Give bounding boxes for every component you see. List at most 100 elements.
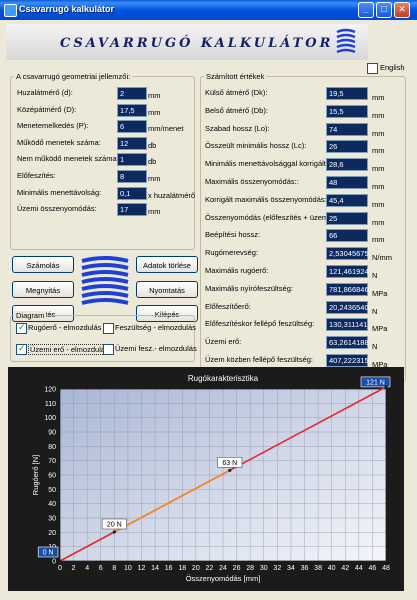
working-stress-label: Üzemi fesz.- elmozdulás: [115, 344, 197, 353]
data-point: [112, 530, 116, 534]
data-point: [58, 559, 62, 563]
x-tick-label: 28: [246, 565, 254, 572]
english-checkbox[interactable]: [367, 63, 378, 74]
result-field-2: 74: [326, 122, 368, 136]
force-displacement-label: Rugóerő - elmozdulás: [28, 323, 102, 332]
geometry-unit-3: db: [148, 140, 157, 150]
data-label-text: 20 N: [107, 521, 122, 528]
geometry-field-1[interactable]: 17,5: [117, 103, 147, 117]
geometry-label-1: Középátmérő (D):: [17, 104, 77, 114]
result-unit-3: mm: [372, 146, 385, 156]
result-field-7: 25: [326, 211, 368, 225]
geometry-field-6[interactable]: 0,1: [117, 186, 147, 200]
geometry-unit-1: mm: [148, 107, 161, 117]
geometry-unit-2: mm/menet: [148, 124, 184, 134]
open-button[interactable]: Megnyitás: [12, 281, 74, 298]
geometry-field-4[interactable]: 1: [117, 153, 147, 167]
minimize-icon[interactable]: _: [358, 2, 374, 18]
data-label-text: 121 N: [366, 379, 385, 386]
result-label-8: Beépítési hossz:: [205, 230, 261, 240]
x-tick-label: 26: [233, 565, 241, 572]
x-tick-label: 18: [178, 565, 186, 572]
stress-displacement-checkbox[interactable]: [103, 323, 114, 334]
result-field-6: 45,4: [326, 193, 368, 207]
x-tick-label: 14: [151, 565, 159, 572]
data-label-0: 0 N: [37, 546, 62, 563]
y-tick-label: 70: [48, 458, 56, 465]
result-label-7: Összenyomódás (előfeszítés + üzemi):: [205, 212, 335, 222]
y-tick-label: 60: [48, 473, 56, 480]
result-field-14: 63,2614188: [326, 336, 369, 350]
result-label-1: Belső átmérő (Db):: [205, 105, 268, 115]
geometry-field-7[interactable]: 17: [117, 203, 147, 217]
geometry-label-6: Minimális menettávolság:: [17, 187, 102, 197]
y-axis-label: Rugóerő [N]: [31, 455, 40, 495]
result-field-12: 20,2436540: [326, 300, 369, 314]
x-tick-label: 34: [287, 565, 295, 572]
x-tick-label: 2: [72, 565, 76, 572]
result-unit-8: mm: [372, 235, 385, 245]
result-field-3: 26: [326, 140, 368, 154]
y-tick-label: 90: [48, 430, 56, 437]
y-tick-label: 40: [48, 501, 56, 508]
result-unit-4: mm: [372, 164, 385, 174]
working-force-checkbox[interactable]: [16, 343, 27, 355]
results-group: [200, 76, 406, 382]
result-label-6: Korrigált maximális összenyomódás:: [205, 194, 327, 204]
data-label-3: 121 N: [360, 376, 391, 389]
print-button[interactable]: Nyomtatás: [136, 281, 198, 298]
y-tick-label: 0: [52, 559, 56, 566]
y-tick-label: 120: [44, 387, 56, 394]
geometry-unit-7: mm: [148, 207, 161, 217]
geometry-field-3[interactable]: 12: [117, 136, 147, 150]
force-displacement-checkbox[interactable]: [16, 322, 27, 334]
maximize-icon[interactable]: □: [376, 2, 392, 18]
english-label: English: [380, 63, 405, 72]
result-unit-12: N: [372, 306, 378, 316]
x-tick-label: 24: [219, 565, 227, 572]
results-group-title: Számított értékek: [204, 72, 267, 81]
x-tick-label: 40: [328, 565, 336, 572]
result-label-4: Minimális menettávolsággal korrigált:: [205, 159, 328, 169]
result-field-11: 781,866846: [326, 282, 369, 296]
result-field-10: 121,461924: [326, 265, 369, 278]
y-tick-label: 50: [48, 487, 56, 494]
working-stress-checkbox[interactable]: [103, 344, 114, 355]
x-tick-label: 20: [192, 565, 200, 572]
geometry-label-3: Működő menetek száma:: [17, 137, 101, 147]
close-icon[interactable]: ✕: [394, 2, 410, 18]
result-field-1: 15,5: [326, 104, 368, 118]
result-field-9: 2,53045675: [326, 247, 369, 261]
result-unit-14: N: [372, 342, 378, 352]
chart-title: Rugókarakterisztika: [188, 374, 259, 383]
app-icon: [4, 4, 17, 17]
result-field-8: 66: [326, 229, 368, 243]
x-tick-label: 38: [314, 565, 322, 572]
result-label-2: Szabad hossz (Lo):: [205, 123, 270, 133]
stress-displacement-label: Feszültség - elmozdulás: [115, 323, 196, 332]
data-point: [228, 468, 232, 472]
result-label-15: Üzem közben fellépő feszültség:: [205, 355, 313, 364]
data-point: [384, 385, 388, 389]
geometry-field-5[interactable]: 8: [117, 170, 147, 183]
geometry-label-0: Huzalátmérő (d):: [17, 88, 73, 97]
result-label-14: Üzemi erő:: [205, 337, 242, 347]
result-unit-6: mm: [372, 199, 385, 209]
geometry-label-2: Menetemelkedés (P):: [17, 121, 89, 131]
spring-image-icon: [81, 256, 129, 305]
geometry-field-2[interactable]: 6: [117, 120, 147, 134]
result-label-9: Rugómerevség:: [205, 248, 258, 258]
y-tick-label: 110: [45, 401, 56, 408]
calc-button[interactable]: Számolás: [12, 256, 74, 273]
result-label-10: Maximális rugóerő:: [205, 266, 269, 275]
data-label-text: 63 N: [222, 460, 237, 467]
x-axis-label: Összenyomódás [mm]: [186, 574, 261, 583]
result-label-3: Összeült minimális hossz (Lc):: [205, 141, 307, 151]
result-unit-13: MPa: [372, 324, 388, 334]
y-tick-label: 100: [44, 415, 56, 422]
clear-data-button[interactable]: Adatok törlése: [136, 256, 198, 273]
data-label-text: 0 N: [43, 550, 54, 557]
geometry-label-5: Előfeszítés:: [17, 171, 56, 180]
geometry-field-0[interactable]: 2: [117, 87, 147, 100]
working-force-label: Üzemi erő - elmozdulás: [28, 344, 111, 355]
